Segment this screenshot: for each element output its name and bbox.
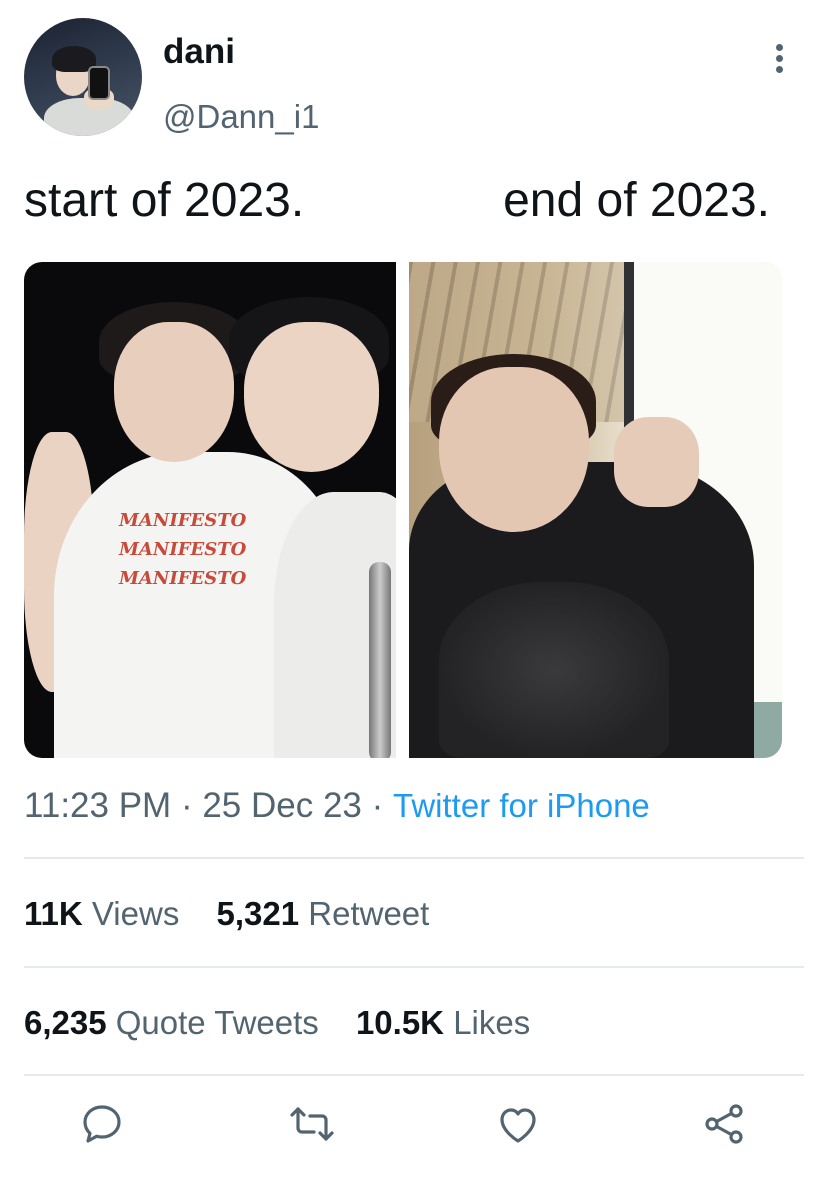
author-display-name[interactable]: dani — [163, 32, 235, 72]
stats-row-quotes: 6,235 Quote Tweets 10.5K Likes — [24, 1004, 558, 1042]
tweet-detail: dani @Dann_i1 start of 2023. end of 2023… — [0, 0, 828, 1200]
views-stat: 11K Views — [24, 895, 180, 932]
stats-row-views: 11K Views 5,321 Retweet — [24, 895, 457, 933]
photo-start-of-year[interactable]: MANIFESTO MANIFESTO MANIFESTO — [24, 262, 396, 758]
divider — [24, 1074, 804, 1076]
microphone — [369, 562, 391, 758]
retweets-stat[interactable]: 5,321 Retweet — [217, 895, 430, 933]
tweet-source-link[interactable]: Twitter for iPhone — [393, 787, 650, 824]
more-vertical-icon[interactable] — [764, 40, 794, 80]
tweet-meta: 11:23 PM · 25 Dec 23 · Twitter for iPhon… — [24, 786, 650, 825]
shirt-print: MANIFESTO MANIFESTO MANIFESTO — [119, 510, 247, 589]
media-grid: MANIFESTO MANIFESTO MANIFESTO — [24, 262, 782, 758]
bucket-hat — [439, 582, 669, 758]
tweet-text: start of 2023. end of 2023. — [24, 173, 814, 228]
divider — [24, 857, 804, 859]
retweet-icon[interactable] — [288, 1100, 336, 1152]
avatar[interactable] — [24, 18, 142, 136]
tweet-text-right: end of 2023. — [503, 174, 770, 227]
quote-tweets-stat[interactable]: 6,235 Quote Tweets — [24, 1004, 319, 1042]
reply-icon[interactable] — [78, 1100, 126, 1152]
tweet-date[interactable]: 25 Dec 23 — [202, 786, 362, 825]
tweet-text-left: start of 2023. — [24, 174, 305, 227]
tweet-time: 11:23 PM — [24, 786, 172, 825]
likes-stat[interactable]: 10.5K Likes — [356, 1004, 530, 1042]
share-icon[interactable] — [700, 1100, 748, 1152]
photo-end-of-year[interactable] — [409, 262, 782, 758]
heart-icon[interactable] — [494, 1100, 542, 1152]
action-bar — [0, 1100, 828, 1164]
divider — [24, 966, 804, 968]
author-handle[interactable]: @Dann_i1 — [163, 98, 319, 136]
